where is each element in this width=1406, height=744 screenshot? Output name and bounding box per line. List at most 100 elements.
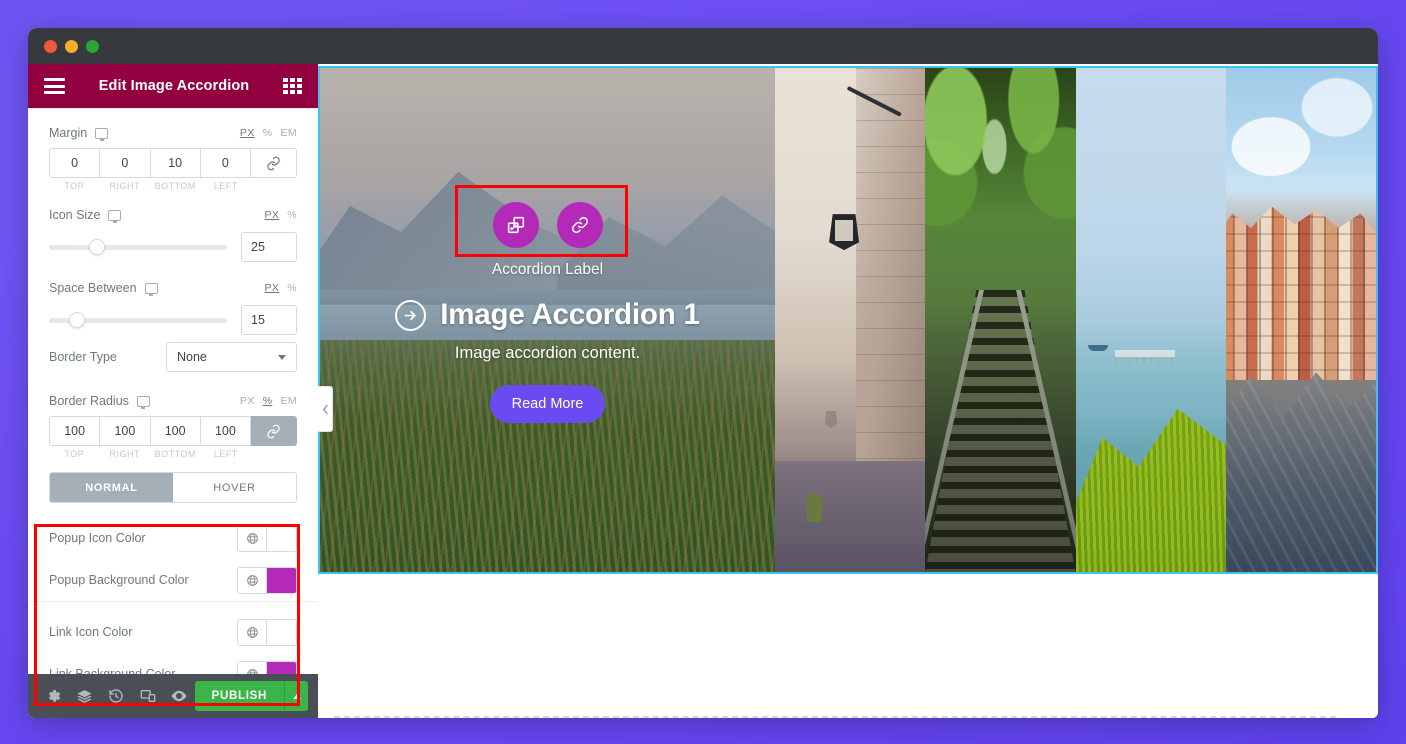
unit-px[interactable]: PX (264, 282, 279, 294)
unit-percent[interactable]: % (287, 282, 297, 294)
space-between-slider-handle[interactable] (69, 312, 86, 328)
popup-icon-color-row: Popup Icon Color (28, 517, 318, 559)
accordion-panel-railway[interactable] (925, 68, 1076, 572)
sublabel-top: TOP (64, 449, 85, 459)
margin-inputs: 0 0 10 0 (49, 148, 297, 178)
sublabel-left: LEFT (213, 449, 238, 459)
popup-background-color-swatch[interactable] (267, 567, 296, 593)
accordion-image-railway (925, 68, 1076, 572)
unit-px[interactable]: PX (264, 209, 279, 221)
desktop-icon[interactable] (95, 127, 109, 142)
border-type-select[interactable]: None (166, 342, 297, 372)
browser-window: Edit Image Accordion Margin PX % EM 0 0 … (28, 28, 1378, 718)
margin-right-input[interactable]: 0 (100, 148, 151, 178)
globe-icon[interactable] (238, 525, 267, 551)
history-clock-icon[interactable] (101, 674, 132, 718)
sublabel-right: RIGHT (109, 181, 140, 191)
dashed-drop-area[interactable] (334, 716, 1336, 718)
desktop-icon[interactable] (136, 395, 150, 410)
margin-link-icon[interactable] (251, 148, 297, 178)
publish-button-group: PUBLISH (194, 681, 308, 711)
radius-top-input[interactable]: 100 (49, 416, 101, 446)
unit-em[interactable]: EM (280, 127, 297, 139)
accordion-panel-street[interactable] (775, 68, 926, 572)
border-radius-units[interactable]: PX % EM (240, 395, 297, 407)
icon-size-slider-row: 25 (49, 230, 297, 264)
accordion-title-row: Image Accordion 1 (395, 298, 700, 332)
icon-size-slider[interactable] (49, 239, 227, 255)
margin-label: Margin (49, 126, 88, 140)
state-tabs: NORMAL HOVER (49, 472, 297, 503)
icon-size-units[interactable]: PX % (264, 209, 297, 221)
space-between-input[interactable]: 15 (241, 305, 297, 335)
globe-icon[interactable] (238, 619, 267, 645)
icon-size-slider-handle[interactable] (89, 239, 106, 255)
control-space-between: Space Between PX % 15 (28, 273, 318, 337)
unit-px[interactable]: PX (240, 127, 255, 139)
accordion-panel-open[interactable]: Accordion Label Image Accordion 1 Image … (320, 68, 775, 572)
widgets-grid-icon[interactable] (282, 78, 302, 94)
popup-icon-color-swatch[interactable] (267, 525, 296, 551)
popup-background-color-row: Popup Background Color (28, 559, 318, 601)
margin-units[interactable]: PX % EM (240, 127, 297, 139)
accordion-image-street (775, 68, 926, 572)
space-between-units[interactable]: PX % (264, 282, 297, 294)
link-background-color-row: Link Background Color (28, 653, 318, 674)
link-icon-color-swatch[interactable] (267, 619, 296, 645)
image-accordion-widget[interactable]: Accordion Label Image Accordion 1 Image … (318, 66, 1378, 574)
navigator-layers-icon[interactable] (69, 674, 100, 718)
desktop-icon[interactable] (108, 209, 122, 224)
chain-link-icon[interactable] (556, 202, 603, 248)
maximize-window-button[interactable] (86, 39, 99, 53)
link-background-color-picker[interactable] (237, 660, 297, 674)
globe-icon[interactable] (238, 567, 267, 593)
publish-button[interactable]: PUBLISH (194, 681, 285, 711)
popup-icon-color-picker[interactable] (237, 524, 297, 552)
desktop-icon[interactable] (144, 282, 158, 297)
border-radius-sublabels: TOP RIGHT BOTTOM LEFT (49, 449, 297, 459)
accordion-image-cliff (1225, 68, 1376, 572)
border-type-row: Border Type None (49, 337, 297, 377)
icon-size-input[interactable]: 25 (241, 232, 297, 262)
expand-popup-icon[interactable] (492, 202, 539, 248)
radius-bottom-input[interactable]: 100 (150, 416, 201, 446)
responsive-mode-icon[interactable] (132, 674, 163, 718)
border-radius-link-icon[interactable] (251, 416, 297, 446)
accordion-panel-seaside[interactable] (1075, 68, 1226, 572)
control-border-radius: Border Radius PX % EM 100 100 100 100 TO… (28, 386, 318, 503)
radius-right-input[interactable]: 100 (100, 416, 151, 446)
globe-icon[interactable] (238, 661, 267, 674)
minimize-window-button[interactable] (65, 39, 78, 53)
preview-eye-icon[interactable] (163, 674, 194, 718)
radius-left-input[interactable]: 100 (200, 416, 251, 446)
unit-em[interactable]: EM (280, 395, 297, 407)
panel-controls[interactable]: Margin PX % EM 0 0 10 0 TOP RIGHT BOTTOM… (28, 108, 318, 674)
margin-bottom-input[interactable]: 10 (150, 148, 201, 178)
unit-percent[interactable]: % (263, 395, 273, 407)
tab-hover[interactable]: HOVER (173, 473, 296, 502)
link-background-color-swatch[interactable] (267, 661, 296, 674)
margin-top-input[interactable]: 0 (49, 148, 101, 178)
panel-title: Edit Image Accordion (98, 78, 250, 94)
unit-percent[interactable]: % (263, 127, 273, 139)
space-between-header: Space Between PX % (49, 273, 297, 303)
unit-px[interactable]: PX (240, 395, 255, 407)
margin-left-input[interactable]: 0 (200, 148, 251, 178)
unit-percent[interactable]: % (287, 209, 297, 221)
tab-normal[interactable]: NORMAL (50, 473, 173, 502)
border-radius-inputs: 100 100 100 100 (49, 416, 297, 446)
publish-options-button[interactable] (284, 681, 308, 711)
sublabel-left: LEFT (213, 181, 238, 191)
close-window-button[interactable] (44, 39, 57, 53)
read-more-button[interactable]: Read More (489, 385, 606, 423)
panel-collapse-handle[interactable] (318, 386, 333, 432)
space-between-slider[interactable] (49, 312, 227, 328)
settings-gear-icon[interactable] (38, 674, 69, 718)
editor-canvas[interactable]: Accordion Label Image Accordion 1 Image … (318, 64, 1378, 718)
hamburger-menu-icon[interactable] (44, 78, 65, 94)
link-icon-color-picker[interactable] (237, 618, 297, 646)
sublabel-spacer (251, 449, 297, 459)
popup-background-color-picker[interactable] (237, 566, 297, 594)
accordion-panel-cliff[interactable] (1225, 68, 1376, 572)
accordion-title: Image Accordion 1 (440, 298, 700, 331)
